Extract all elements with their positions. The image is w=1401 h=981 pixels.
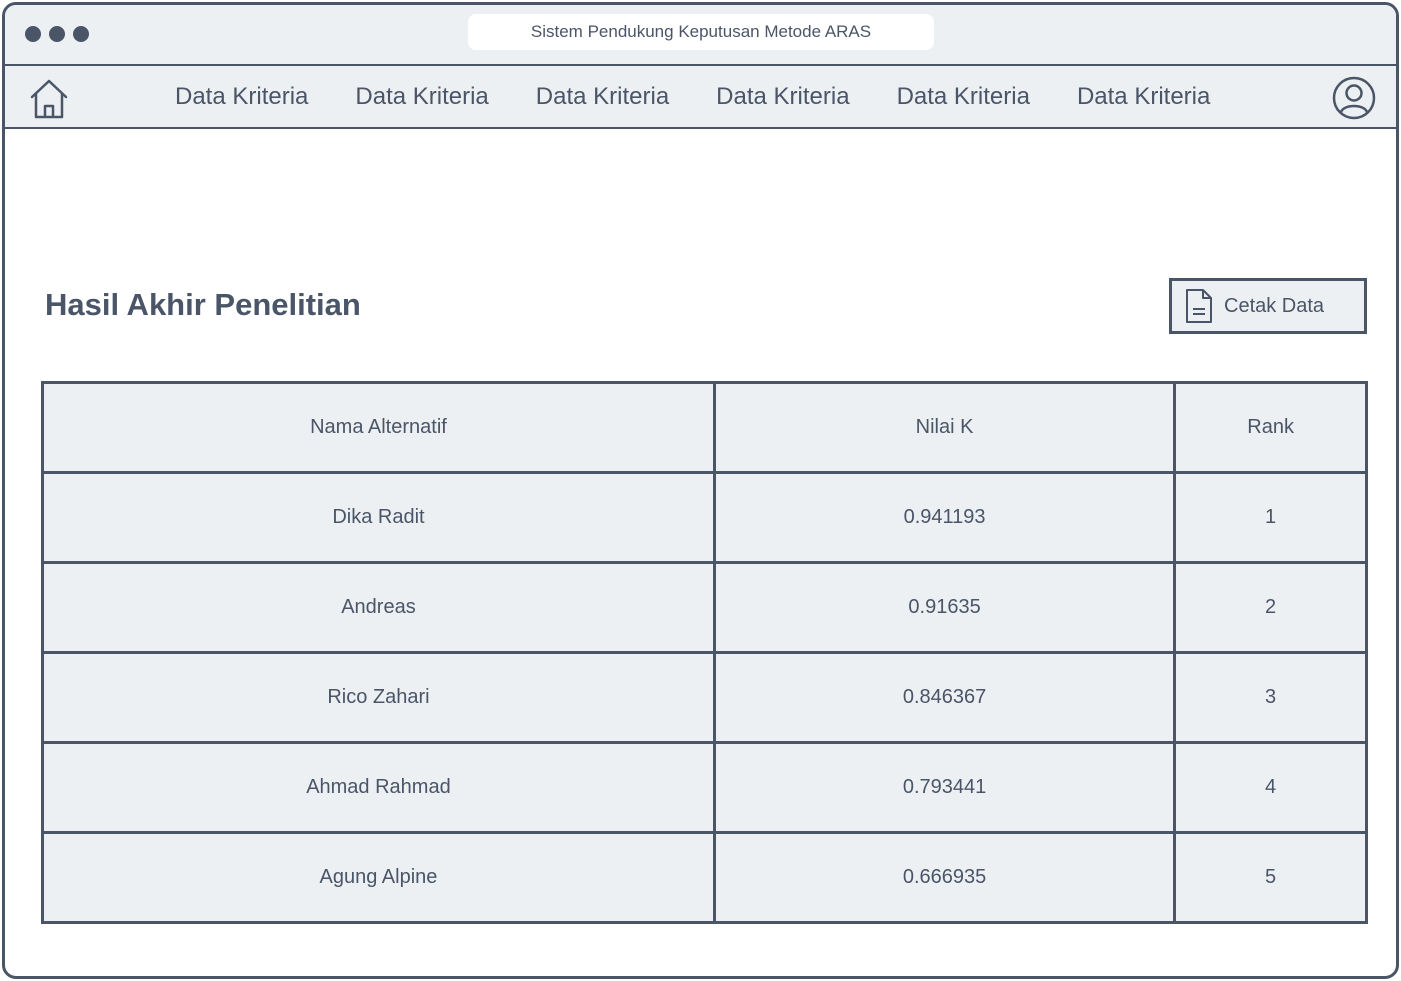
column-header-nilai-k: Nilai K <box>712 381 1177 474</box>
nav-item-data-kriteria-5[interactable]: Data Kriteria <box>897 83 1030 111</box>
table-row: Dika Radit 0.941193 1 <box>41 471 1368 564</box>
print-data-button[interactable]: Cetak Data <box>1169 278 1367 334</box>
cell-nilai-k: 0.666935 <box>712 831 1177 924</box>
address-bar[interactable]: Sistem Pendukung Keputusan Metode ARAS <box>468 14 934 50</box>
nav-menu: Data Kriteria Data Kriteria Data Kriteri… <box>175 66 1257 127</box>
cell-nilai-k: 0.91635 <box>712 561 1177 654</box>
cell-rank: 3 <box>1173 651 1368 744</box>
cell-rank: 1 <box>1173 471 1368 564</box>
cell-rank: 2 <box>1173 561 1368 654</box>
browser-window: Sistem Pendukung Keputusan Metode ARAS D… <box>2 2 1399 979</box>
print-button-label: Cetak Data <box>1224 294 1325 317</box>
nav-item-data-kriteria-2[interactable]: Data Kriteria <box>355 83 488 111</box>
table-header-row: Nama Alternatif Nilai K Rank <box>41 381 1368 474</box>
title-bar: Sistem Pendukung Keputusan Metode ARAS <box>5 5 1396 66</box>
nav-item-data-kriteria-1[interactable]: Data Kriteria <box>175 83 308 111</box>
window-controls <box>25 26 89 42</box>
table-row: Ahmad Rahmad 0.793441 4 <box>41 741 1368 834</box>
column-header-nama-alternatif: Nama Alternatif <box>41 381 716 474</box>
table-row: Agung Alpine 0.666935 5 <box>41 831 1368 924</box>
document-icon <box>1186 289 1212 323</box>
cell-rank: 4 <box>1173 741 1368 834</box>
table-row: Andreas 0.91635 2 <box>41 561 1368 654</box>
cell-name: Dika Radit <box>41 471 716 564</box>
results-table: Nama Alternatif Nilai K Rank Dika Radit … <box>41 381 1368 924</box>
cell-name: Andreas <box>41 561 716 654</box>
cell-name: Rico Zahari <box>41 651 716 744</box>
nav-item-data-kriteria-6[interactable]: Data Kriteria <box>1077 83 1210 111</box>
nav-item-data-kriteria-4[interactable]: Data Kriteria <box>716 83 849 111</box>
window-dot-close[interactable] <box>25 26 41 42</box>
cell-nilai-k: 0.793441 <box>712 741 1177 834</box>
window-dot-minimize[interactable] <box>49 26 65 42</box>
table-row: Rico Zahari 0.846367 3 <box>41 651 1368 744</box>
user-icon[interactable] <box>1332 76 1376 120</box>
cell-name: Agung Alpine <box>41 831 716 924</box>
window-dot-maximize[interactable] <box>73 26 89 42</box>
cell-name: Ahmad Rahmad <box>41 741 716 834</box>
home-icon[interactable] <box>27 76 71 120</box>
column-header-rank: Rank <box>1173 381 1368 474</box>
address-title: Sistem Pendukung Keputusan Metode ARAS <box>530 22 872 41</box>
cell-rank: 5 <box>1173 831 1368 924</box>
cell-nilai-k: 0.846367 <box>712 651 1177 744</box>
page-title: Hasil Akhir Penelitian <box>45 287 361 322</box>
cell-nilai-k: 0.941193 <box>712 471 1177 564</box>
top-navbar: Data Kriteria Data Kriteria Data Kriteri… <box>5 66 1396 129</box>
nav-item-data-kriteria-3[interactable]: Data Kriteria <box>536 83 669 111</box>
